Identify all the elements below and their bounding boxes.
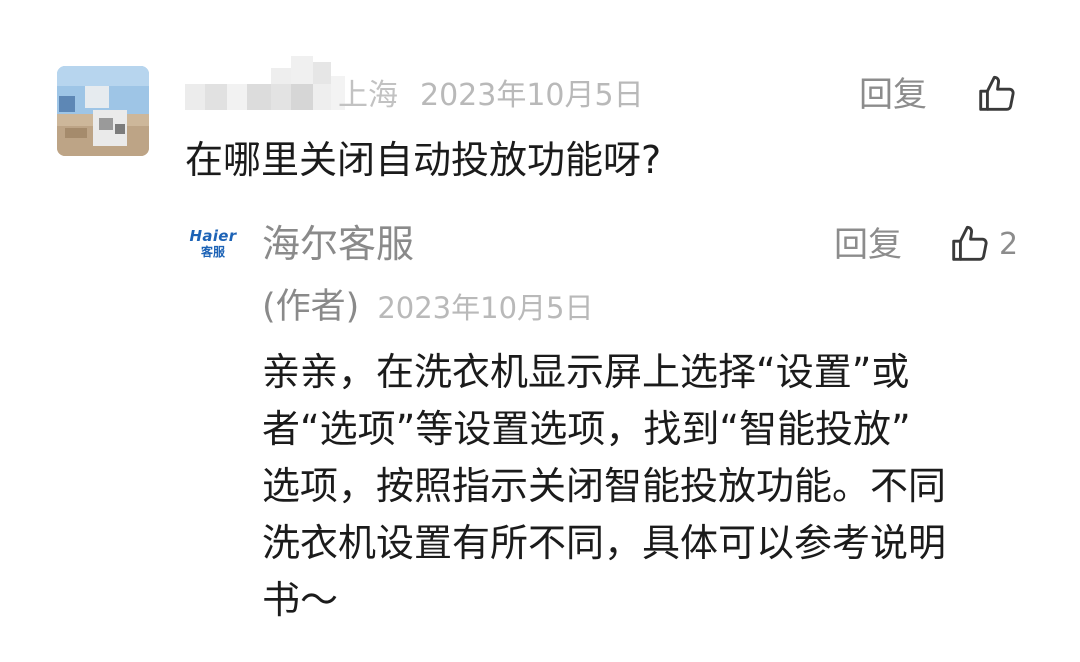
thumbs-up-icon <box>952 225 988 261</box>
author-tag: (作者) <box>262 287 360 327</box>
reply-text-line: 选项，按照指示关闭智能投放功能。不同 <box>262 464 947 508</box>
brand-logo-line1: Haier <box>189 227 237 245</box>
comment-date: 2023年10月5日 <box>420 78 644 113</box>
comment-meta: 上海 2023年10月5日 <box>338 74 644 118</box>
reply-meta: (作者) 2023年10月5日 <box>262 282 593 332</box>
reply-text-line: 者“选项”等设置选项，找到“智能投放” <box>262 407 911 451</box>
reply-date: 2023年10月5日 <box>377 291 594 325</box>
like-button[interactable] <box>974 71 1020 117</box>
like-count: 2 <box>999 226 1019 262</box>
reply-text: 亲亲，在洗衣机显示屏上选择“设置”或 者“选项”等设置选项，找到“智能投放” 选… <box>262 344 1042 629</box>
brand-logo: Haier 客服 <box>186 227 240 271</box>
comment-text: 在哪里关闭自动投放功能呀? <box>185 138 662 182</box>
brand-logo-line2: 客服 <box>200 245 225 259</box>
thumbs-up-icon <box>979 75 1015 111</box>
reply-text-line: 洗衣机设置有所不同，具体可以参考说明 <box>262 521 947 565</box>
reply-text-line: 亲亲，在洗衣机显示屏上选择“设置”或 <box>262 350 910 394</box>
comment-location: 上海 <box>338 78 398 113</box>
reply-author-name[interactable]: 海尔客服 <box>262 218 414 270</box>
avatar[interactable] <box>57 66 149 156</box>
reply-like-button[interactable]: 2 <box>947 221 1018 267</box>
avatar-image <box>57 66 149 156</box>
reply-reply-button[interactable]: 回复 <box>834 223 902 267</box>
reply-button[interactable]: 回复 <box>859 73 927 117</box>
reply-text-line: 书～ <box>262 578 339 622</box>
